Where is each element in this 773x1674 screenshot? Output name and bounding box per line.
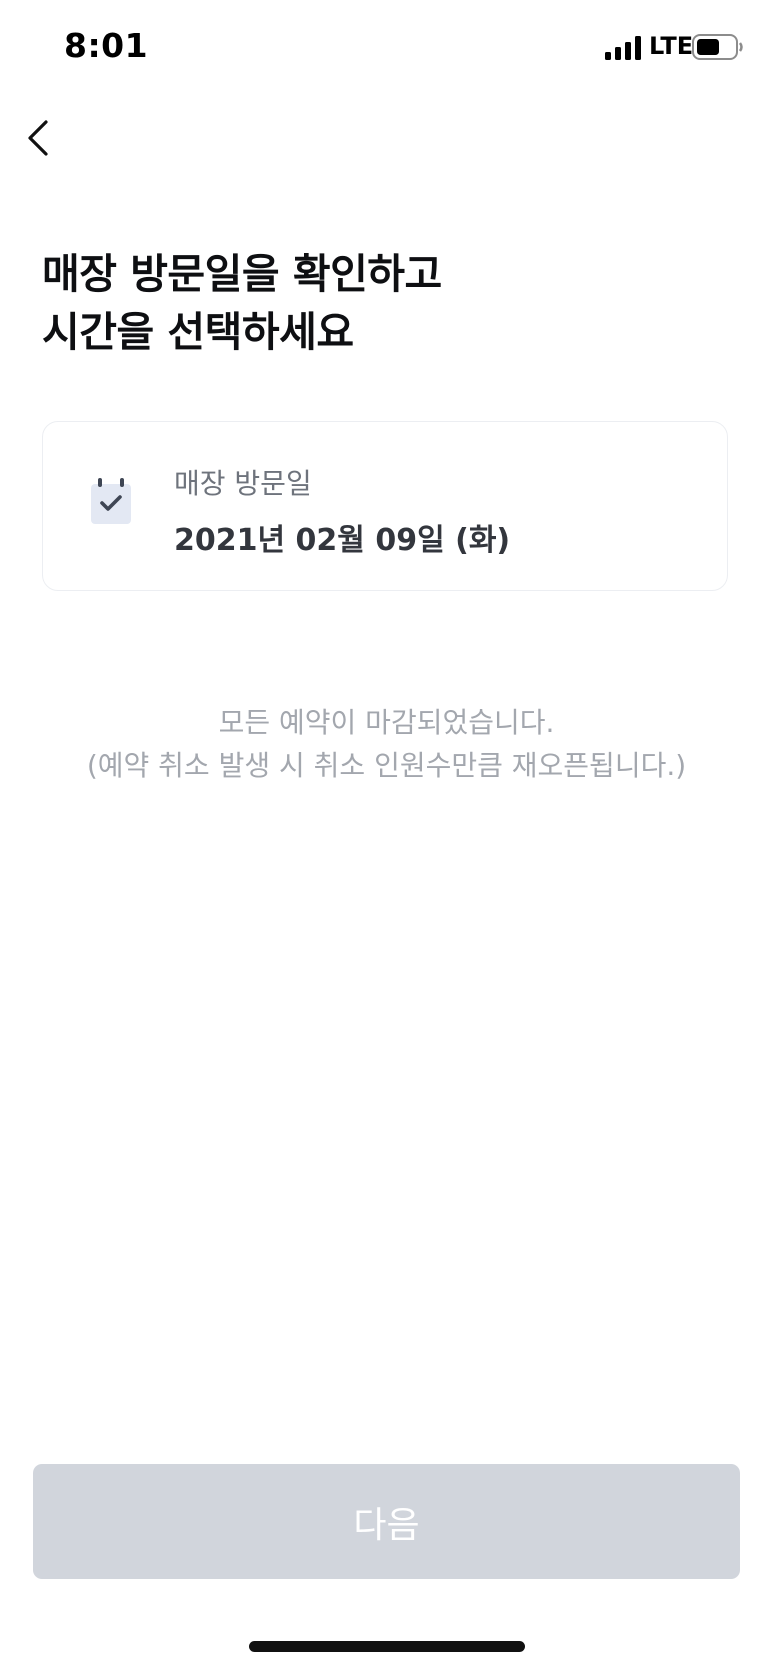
page-title: 매장 방문일을 확인하고 시간을 선택하세요	[42, 245, 702, 361]
page-title-line-2: 시간을 선택하세요	[42, 308, 354, 356]
next-button[interactable]: 다음	[33, 1464, 740, 1579]
notice-line-2: (예약 취소 발생 시 취소 인원수만큼 재오픈됩니다.)	[86, 749, 687, 782]
status-time: 8:01	[64, 26, 149, 65]
visit-date-label: 매장 방문일	[174, 467, 312, 500]
visit-date-card: 매장 방문일 2021년 02월 09일 (화)	[42, 421, 728, 591]
signal-icon	[605, 36, 641, 60]
network-label: LTE	[649, 32, 694, 60]
calendar-check-icon	[91, 478, 131, 524]
chevron-left-icon	[28, 120, 48, 156]
back-button[interactable]	[22, 116, 62, 164]
status-bar: 8:01 LTE	[0, 0, 773, 96]
home-indicator	[249, 1641, 525, 1652]
battery-icon	[692, 34, 743, 60]
notice-line-1: 모든 예약이 마감되었습니다.	[218, 706, 555, 739]
page-title-line-1: 매장 방문일을 확인하고	[42, 250, 442, 298]
reservation-closed-notice: 모든 예약이 마감되었습니다. (예약 취소 발생 시 취소 인원수만큼 재오픈…	[0, 701, 773, 787]
visit-date-value: 2021년 02월 09일 (화)	[174, 523, 511, 558]
